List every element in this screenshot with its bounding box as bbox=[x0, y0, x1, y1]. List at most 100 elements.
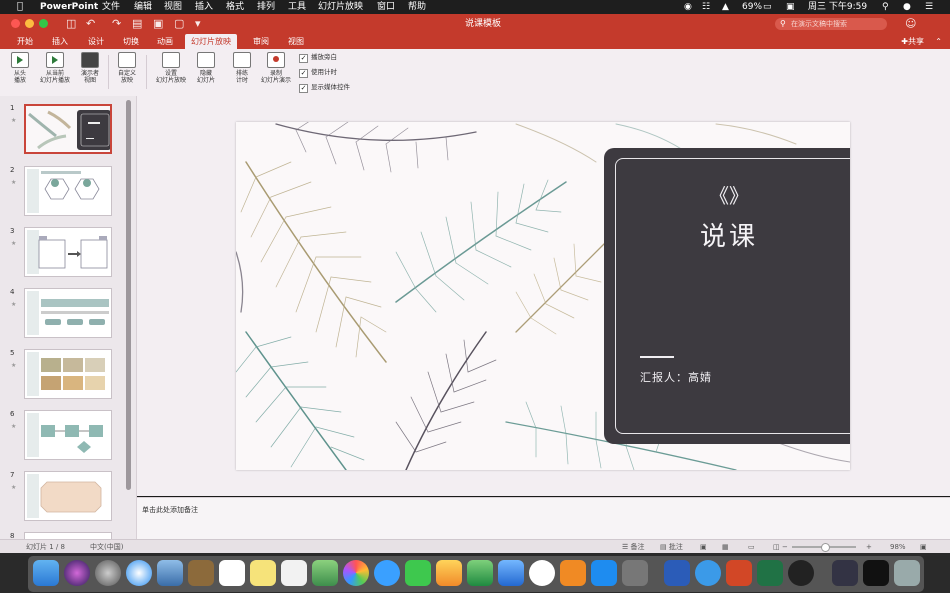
thumbnail-slide-6[interactable] bbox=[24, 410, 112, 460]
language-indicator[interactable]: 中文(中国) bbox=[90, 540, 123, 554]
word-icon[interactable] bbox=[664, 560, 690, 586]
thumbnail-slide-1[interactable] bbox=[24, 104, 112, 154]
media-controls-checkbox[interactable]: ✓ 显示媒体控件 bbox=[299, 82, 350, 93]
menu-view[interactable]: 视图 bbox=[164, 0, 182, 14]
cloud-app-icon[interactable] bbox=[695, 560, 721, 586]
menu-format[interactable]: 格式 bbox=[226, 0, 244, 14]
print-icon[interactable]: ▤ bbox=[132, 17, 142, 31]
stickies-icon[interactable] bbox=[250, 560, 276, 586]
photo-app-icon[interactable] bbox=[157, 560, 183, 586]
sorter-view-icon[interactable]: ▦ bbox=[722, 540, 729, 554]
keynote-icon[interactable] bbox=[498, 560, 524, 586]
menu-insert[interactable]: 插入 bbox=[195, 0, 213, 14]
finder-icon[interactable] bbox=[33, 560, 59, 586]
thumbnail-slide-7[interactable] bbox=[24, 471, 112, 521]
numbers-icon[interactable] bbox=[467, 560, 493, 586]
slide-title[interactable]: 说课 bbox=[614, 216, 844, 253]
rehearse-timings-button[interactable]: 排练 计时 bbox=[229, 52, 255, 84]
comments-toggle-button[interactable]: ▤ 批注 bbox=[660, 540, 683, 554]
menubar-clock[interactable]: 周三 下午9:59 bbox=[808, 0, 867, 14]
menu-edit[interactable]: 编辑 bbox=[134, 0, 152, 14]
normal-view-icon[interactable]: ▣ bbox=[700, 540, 707, 554]
menu-help[interactable]: 帮助 bbox=[408, 0, 426, 14]
wifi-icon[interactable]: ▲ bbox=[722, 0, 729, 14]
share-button[interactable]: ✚共享 bbox=[901, 34, 924, 49]
system-preferences-icon[interactable] bbox=[622, 560, 648, 586]
trash-icon[interactable] bbox=[894, 560, 920, 586]
excel-icon[interactable] bbox=[757, 560, 783, 586]
collapse-ribbon-icon[interactable]: ⌃ bbox=[935, 34, 942, 49]
customize-toolbar-icon[interactable]: ▾ bbox=[195, 17, 201, 31]
tab-view[interactable]: 视图 bbox=[282, 34, 310, 49]
zoom-level[interactable]: 98% bbox=[890, 540, 906, 554]
smiley-feedback-icon[interactable]: ☺ bbox=[905, 17, 916, 31]
slideshow-view-icon[interactable]: ◫ bbox=[773, 540, 780, 554]
tab-design[interactable]: 设计 bbox=[82, 34, 110, 49]
app-store-icon[interactable] bbox=[591, 560, 617, 586]
terminal-icon[interactable] bbox=[863, 560, 889, 586]
status-circle-icon[interactable]: ◉ bbox=[684, 0, 692, 14]
apple-icon[interactable]:  bbox=[17, 0, 23, 14]
pages-icon[interactable] bbox=[436, 560, 462, 586]
qq-icon[interactable] bbox=[788, 560, 814, 586]
undo-icon[interactable]: ↶ bbox=[86, 17, 95, 31]
tab-home[interactable]: 开始 bbox=[11, 34, 39, 49]
custom-show-button[interactable]: 自定义 放映 bbox=[112, 52, 142, 84]
play-current-button[interactable]: 从当前 幻灯片播放 bbox=[36, 52, 74, 84]
hide-slide-button[interactable]: 隐藏 幻灯片 bbox=[193, 52, 219, 84]
photos-icon[interactable] bbox=[343, 560, 369, 586]
tab-slideshow[interactable]: 幻灯片放映 bbox=[185, 34, 237, 49]
tab-transitions[interactable]: 切换 bbox=[117, 34, 145, 49]
new-doc-icon[interactable]: ▢ bbox=[174, 17, 184, 31]
app-menu[interactable]: PowerPoint bbox=[40, 0, 98, 14]
itunes-icon[interactable] bbox=[529, 560, 555, 586]
tab-review[interactable]: 审阅 bbox=[247, 34, 275, 49]
fit-to-window-icon[interactable]: ▣ bbox=[920, 540, 927, 554]
books-icon[interactable] bbox=[560, 560, 586, 586]
thumbnail-slide-3[interactable] bbox=[24, 227, 112, 277]
tab-animations[interactable]: 动画 bbox=[151, 34, 179, 49]
minimize-window-button[interactable] bbox=[25, 19, 34, 28]
calendar-icon[interactable] bbox=[219, 560, 245, 586]
notes-pane[interactable]: 单击此处添加备注 bbox=[137, 497, 950, 540]
spotlight-icon[interactable]: ⚲ bbox=[882, 0, 889, 14]
title-brackets[interactable]: 《》 bbox=[614, 180, 844, 209]
redo-icon[interactable]: ↷ bbox=[112, 17, 121, 31]
thumbnail-slide-8[interactable] bbox=[24, 532, 112, 539]
thumbnail-slide-2[interactable] bbox=[24, 166, 112, 216]
zoom-window-button[interactable] bbox=[39, 19, 48, 28]
input-method-icon[interactable]: ▣ bbox=[786, 0, 795, 14]
search-input[interactable]: ⚲ 在演示文稿中搜索 bbox=[775, 18, 887, 30]
notes-toggle-button[interactable]: ☰ 备注 bbox=[622, 540, 645, 554]
play-from-start-button[interactable]: 从头 播放 bbox=[6, 52, 34, 84]
maps-icon[interactable] bbox=[312, 560, 338, 586]
messages-icon[interactable] bbox=[374, 560, 400, 586]
launchpad-icon[interactable] bbox=[95, 560, 121, 586]
reporter-text[interactable]: 汇报人：高婧 bbox=[640, 369, 712, 385]
reminders-icon[interactable] bbox=[281, 560, 307, 586]
thumbnail-scrollbar[interactable] bbox=[126, 100, 131, 490]
tab-insert[interactable]: 插入 bbox=[46, 34, 74, 49]
close-window-button[interactable] bbox=[11, 19, 20, 28]
menu-slideshow[interactable]: 幻灯片放映 bbox=[318, 0, 363, 14]
reading-view-icon[interactable]: ▭ bbox=[748, 540, 755, 554]
powerpoint-icon[interactable] bbox=[726, 560, 752, 586]
siri-dock-icon[interactable] bbox=[64, 560, 90, 586]
zoom-slider-thumb[interactable] bbox=[821, 543, 830, 552]
timings-checkbox[interactable]: ✓ 使用计时 bbox=[299, 67, 337, 78]
presenter-view-button[interactable]: 演示者 视图 bbox=[76, 52, 104, 84]
slideshow-icon[interactable]: ▣ bbox=[153, 17, 163, 31]
save-icon[interactable]: ◫ bbox=[66, 17, 76, 31]
setup-show-button[interactable]: 设置 幻灯片放映 bbox=[151, 52, 191, 84]
menu-window[interactable]: 窗口 bbox=[377, 0, 395, 14]
notes-book-icon[interactable] bbox=[188, 560, 214, 586]
narrations-checkbox[interactable]: ✓ 播放旁白 bbox=[299, 52, 337, 63]
battery-level[interactable]: 69% bbox=[742, 0, 762, 14]
safari-icon[interactable] bbox=[126, 560, 152, 586]
facetime-icon[interactable] bbox=[405, 560, 431, 586]
control-icon[interactable]: ☷ bbox=[702, 0, 710, 14]
menu-tools[interactable]: 工具 bbox=[288, 0, 306, 14]
thumbnail-slide-5[interactable] bbox=[24, 349, 112, 399]
notification-center-icon[interactable]: ☰ bbox=[925, 0, 933, 14]
downloads-stack-icon[interactable] bbox=[832, 560, 858, 586]
